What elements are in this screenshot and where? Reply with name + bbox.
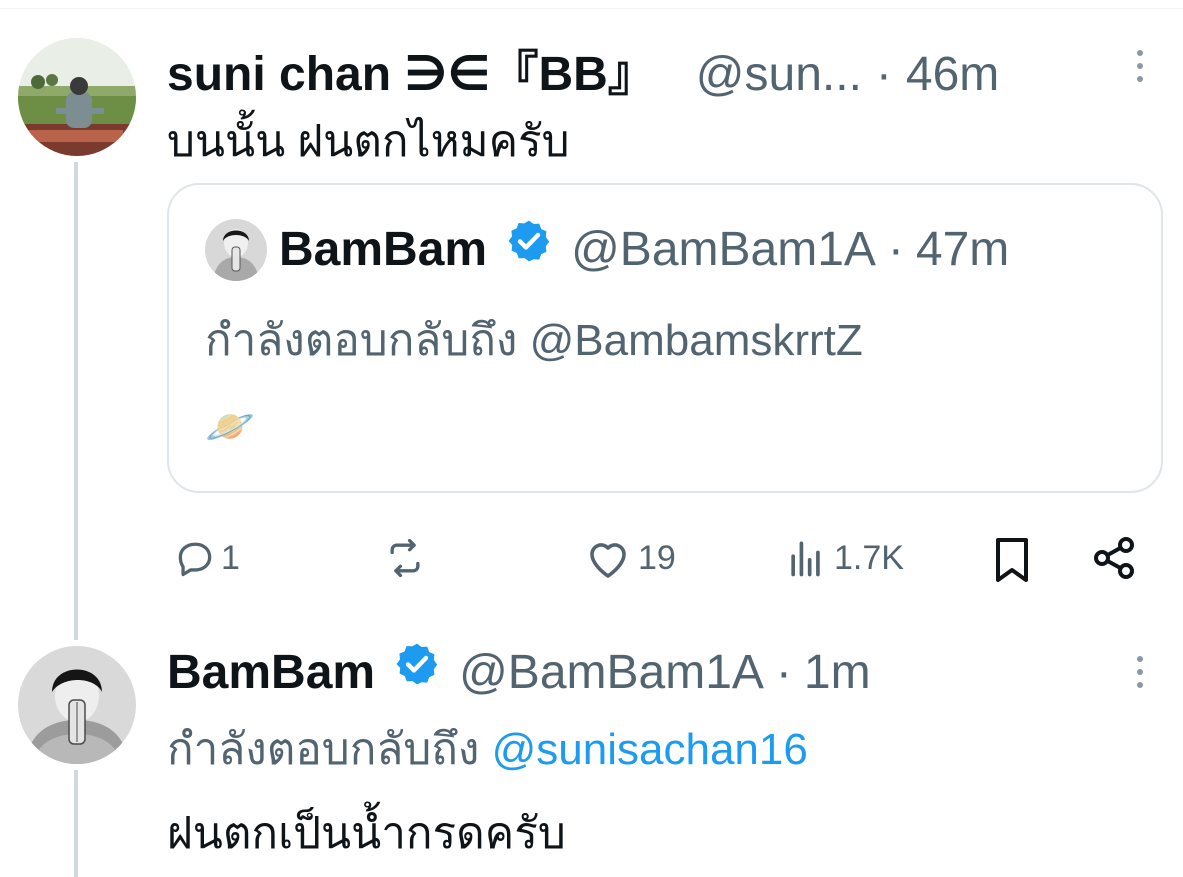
quote-avatar-bambam[interactable] — [205, 219, 267, 281]
post1-handle[interactable]: @sun... — [696, 47, 862, 102]
post2-verified-icon — [393, 640, 441, 688]
post1-time-separator: · — [875, 48, 892, 101]
views-icon — [791, 541, 820, 577]
reply-icon — [178, 542, 212, 577]
quote-verified-icon — [505, 217, 553, 265]
post2-reply-to-link[interactable]: @sunisachan16 — [492, 725, 808, 774]
post2-reply-context: กำลังตอบกลับถึง @sunisachan16 — [167, 714, 808, 784]
quote-reply-prefix: กำลังตอบกลับถึง — [205, 316, 518, 365]
post1-text: บนนั้น ฝนตกไหมครับ — [167, 117, 570, 166]
quote-author-name[interactable]: BamBam — [279, 222, 487, 277]
avatar-suni[interactable] — [18, 38, 136, 156]
views-button[interactable]: 1.7K — [784, 536, 904, 580]
avatar-bambam-image — [18, 646, 136, 764]
post2-author-name[interactable]: BamBam — [167, 645, 375, 700]
post1-author-name[interactable]: suni chan ∋∈『BB』 — [167, 34, 656, 104]
like-button[interactable]: 19 — [584, 536, 676, 580]
post1-time[interactable]: 46m — [906, 47, 999, 102]
reply-button[interactable]: 1 — [173, 536, 240, 580]
thread-line-lower — [74, 770, 78, 877]
post2-reply-prefix: กำลังตอบกลับถึง — [167, 725, 480, 774]
post2-time[interactable]: 1m — [804, 645, 871, 700]
quote-reply-context: กำลังตอบกลับถึง @BambamskrrtZ — [205, 305, 863, 375]
repost-icon — [390, 538, 420, 578]
post1-more-icon[interactable] — [1137, 50, 1143, 82]
quote-header: BamBam @BamBam1A · 47m — [279, 217, 1009, 277]
post2-header: BamBam @BamBam1A · 1m — [167, 640, 871, 700]
top-divider — [0, 8, 1183, 9]
quote-handle[interactable]: @BamBam1A — [571, 222, 876, 277]
post2-handle[interactable]: @BamBam1A — [459, 645, 764, 700]
bookmark-icon — [996, 538, 1028, 582]
repost-button[interactable] — [383, 536, 427, 580]
quoted-post-card[interactable]: BamBam @BamBam1A · 47m กำลังตอบกลับถึง @… — [167, 183, 1163, 493]
share-button[interactable] — [1090, 534, 1138, 582]
avatar-suni-image — [18, 38, 136, 156]
quote-reply-to[interactable]: @BambamskrrtZ — [530, 316, 863, 365]
quote-time-separator: · — [887, 223, 904, 276]
bookmark-button[interactable] — [990, 536, 1034, 584]
quote-emoji: 🪐 — [205, 405, 255, 449]
post2-time-separator: · — [775, 646, 792, 699]
reply-count: 1 — [221, 538, 240, 577]
post1-header: suni chan ∋∈『BB』 @sun... · 46m — [167, 34, 999, 104]
like-count: 19 — [638, 538, 676, 577]
views-count: 1.7K — [834, 538, 904, 577]
avatar-bambam[interactable] — [18, 646, 136, 764]
post2-text: ฝนตกเป็นน้ำกรดครับ — [167, 809, 566, 858]
quote-time[interactable]: 47m — [916, 222, 1009, 277]
thread-line — [74, 162, 78, 640]
post2-more-icon[interactable] — [1137, 656, 1143, 688]
heart-icon — [590, 543, 626, 578]
share-icon — [1094, 537, 1134, 579]
quote-avatar-image — [205, 219, 267, 281]
